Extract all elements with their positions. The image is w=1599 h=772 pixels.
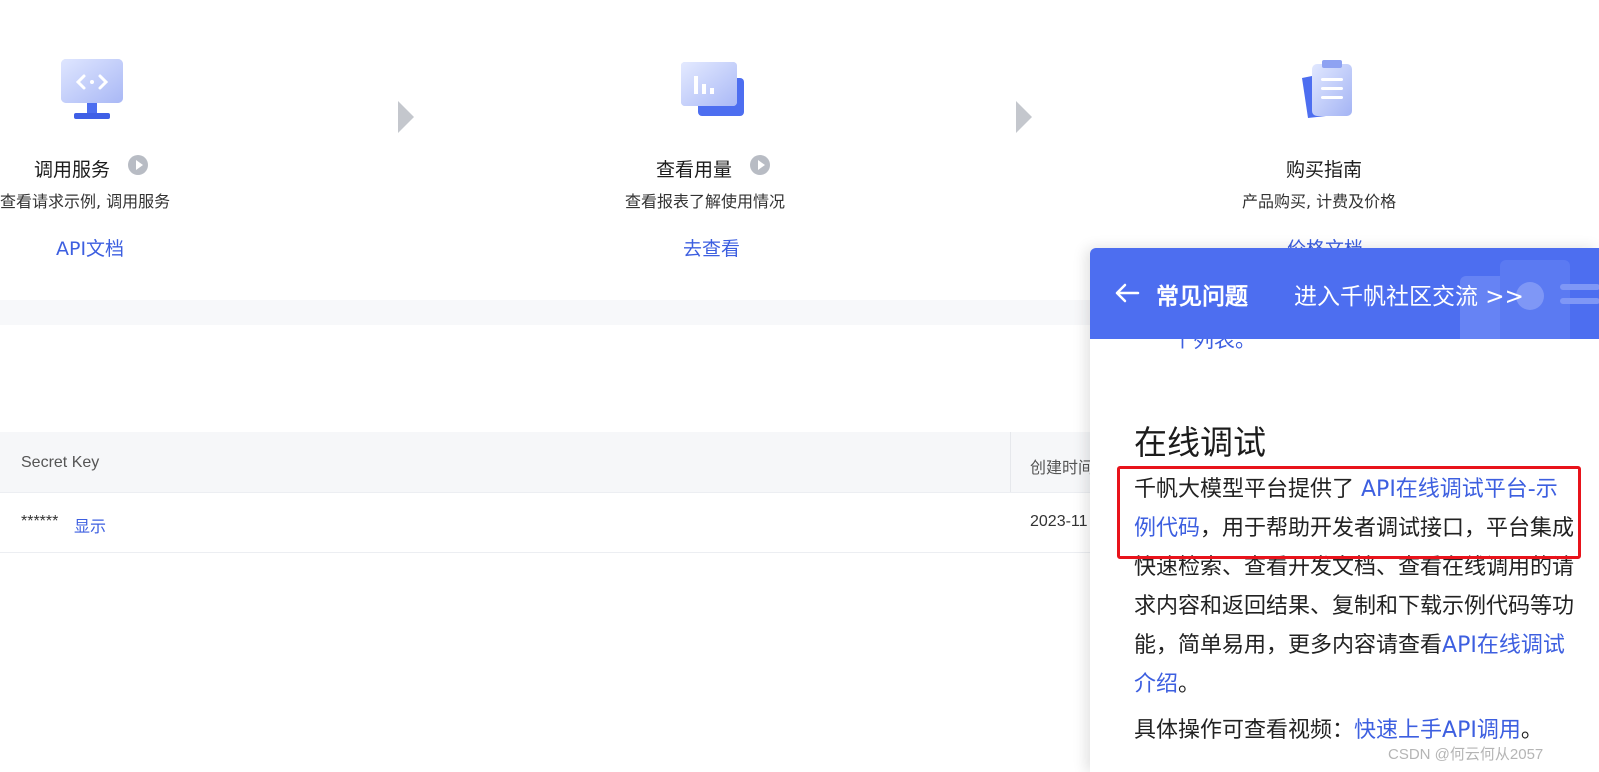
highlight-box <box>1117 466 1581 559</box>
column-divider <box>1010 432 1011 492</box>
watermark: CSDN @何云何从2057 <box>1388 746 1544 763</box>
faq-panel-header: 常见问题 进入千帆社区交流 >> <box>1090 248 1599 339</box>
play-video-icon[interactable] <box>128 155 148 175</box>
secret-key-column-header: Secret Key <box>21 454 100 471</box>
section-title-online-debug: 在线调试 <box>1134 423 1266 462</box>
table-header <box>0 432 1090 493</box>
api-doc-link[interactable]: API文档 <box>56 234 124 261</box>
created-time-value: 2023-11 <box>1030 513 1088 530</box>
quick-start-video-link[interactable]: 快速上手API调用 <box>1354 718 1521 743</box>
back-arrow-icon[interactable] <box>1112 278 1142 308</box>
created-time-column-header: 创建时间 <box>1030 460 1095 477</box>
para-text: 具体操作可查看视频： <box>1134 718 1355 743</box>
play-video-icon[interactable] <box>750 155 770 175</box>
para-text: 。 <box>1520 718 1543 743</box>
step-title-view-usage: 查看用量 <box>656 159 733 181</box>
step-title-call-service: 调用服务 <box>34 159 111 181</box>
faq-panel-title: 常见问题 <box>1156 284 1248 310</box>
para-text: 。 <box>1178 672 1201 697</box>
community-link[interactable]: 进入千帆社区交流 >> <box>1294 277 1524 311</box>
table-row <box>0 492 1090 553</box>
secret-key-mask: ****** <box>21 513 59 530</box>
step-title-purchase-guide: 购买指南 <box>1286 159 1363 181</box>
section-divider <box>0 300 1090 325</box>
step-desc-view-usage: 查看报表了解使用情况 <box>625 192 786 211</box>
clipboard-guide-icon <box>1302 60 1352 118</box>
show-secret-button[interactable]: 显示 <box>74 513 106 537</box>
chevron-right-icon <box>1016 101 1032 133</box>
chevron-right-icon <box>398 101 414 133</box>
monitor-code-icon <box>61 59 123 119</box>
view-usage-link[interactable]: 去查看 <box>683 234 740 261</box>
faq-panel: 个列表。 常见问题 进入千帆社区交流 >> 在线调试 千帆大模型平台提供了 AP… <box>1090 248 1599 772</box>
step-desc-purchase-guide: 产品购买, 计费及价格 <box>1242 192 1397 211</box>
step-desc-call-service: 查看请求示例, 调用服务 <box>0 192 171 211</box>
usage-chart-icon <box>681 62 744 116</box>
